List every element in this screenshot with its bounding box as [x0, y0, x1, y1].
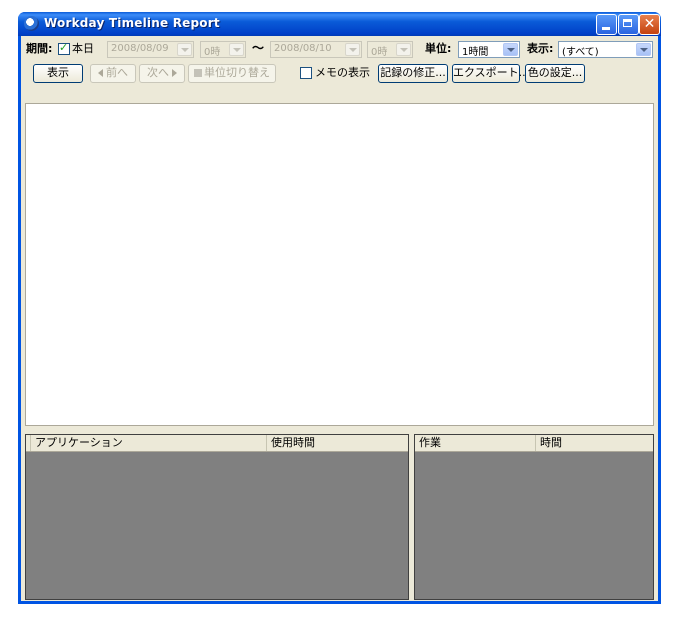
unit-switch-label: 単位切り替え [204, 66, 270, 79]
edit-records-button[interactable]: 記録の修正... [378, 64, 448, 83]
prev-button[interactable]: 前へ [90, 64, 136, 83]
today-label: 本日 [72, 42, 94, 55]
maximize-button[interactable] [618, 14, 639, 35]
task-time-table[interactable]: 作業 時間 [414, 434, 654, 600]
display-label: 表示: [527, 42, 554, 55]
close-icon: ✕ [643, 16, 656, 32]
memo-checkbox[interactable] [300, 67, 312, 79]
window-title: Workday Timeline Report [44, 16, 220, 30]
column-header-usage-time[interactable]: 使用時間 [266, 435, 408, 451]
unit-select[interactable]: 1時間 [458, 41, 520, 58]
end-hour-select[interactable]: 0時 [367, 41, 413, 58]
table-header: 作業 時間 [415, 435, 653, 452]
display-filter-value: (すべて) [562, 47, 599, 58]
memo-label: メモの表示 [315, 66, 370, 79]
chevron-down-icon[interactable] [636, 43, 651, 56]
unit-switch-button[interactable]: 単位切り替え [188, 64, 276, 83]
arrow-right-icon [172, 69, 177, 77]
chevron-down-icon[interactable] [503, 43, 518, 56]
unit-label: 単位: [425, 42, 452, 55]
end-date-value: 2008/08/10 [274, 43, 332, 54]
app-window: Workday Timeline Report ✕ 期間: 本日 2008/08… [18, 12, 661, 604]
start-hour-select[interactable]: 0時 [200, 41, 246, 58]
client-area: 期間: 本日 2008/08/09 0時 〜 2008/08/10 0時 単位:… [21, 36, 658, 601]
column-header-application[interactable]: アプリケーション [30, 435, 266, 451]
end-date-picker[interactable]: 2008/08/10 [270, 41, 362, 58]
prev-button-label: 前へ [106, 66, 128, 79]
unit-value: 1時間 [462, 47, 489, 58]
application-usage-table[interactable]: アプリケーション 使用時間 [25, 434, 409, 600]
app-icon [24, 16, 39, 31]
start-date-value: 2008/08/09 [111, 43, 169, 54]
show-button[interactable]: 表示 [33, 64, 83, 83]
switch-icon [194, 69, 202, 77]
export-button[interactable]: エクスポート... [452, 64, 529, 83]
chevron-down-icon[interactable] [345, 43, 360, 56]
display-filter-select[interactable]: (すべて) [558, 41, 653, 58]
table-header: アプリケーション 使用時間 [26, 435, 408, 452]
chevron-down-icon[interactable] [177, 43, 192, 56]
column-header-task[interactable]: 作業 [415, 435, 535, 451]
end-hour-value: 0時 [371, 47, 388, 58]
period-label: 期間: [26, 42, 53, 55]
start-hour-value: 0時 [204, 47, 221, 58]
chevron-down-icon[interactable] [396, 43, 411, 56]
chevron-down-icon[interactable] [229, 43, 244, 56]
range-tilde: 〜 [252, 41, 265, 55]
column-header-time[interactable]: 時間 [535, 435, 653, 451]
close-button[interactable]: ✕ [639, 14, 660, 35]
next-button[interactable]: 次へ [139, 64, 185, 83]
arrow-left-icon [98, 69, 103, 77]
start-date-picker[interactable]: 2008/08/09 [107, 41, 194, 58]
minimize-button[interactable] [596, 14, 617, 35]
title-bar[interactable]: Workday Timeline Report ✕ [18, 12, 661, 36]
timeline-view[interactable] [25, 103, 654, 426]
color-settings-button[interactable]: 色の設定... [525, 64, 585, 83]
next-button-label: 次へ [147, 66, 169, 79]
today-checkbox[interactable] [58, 41, 70, 55]
